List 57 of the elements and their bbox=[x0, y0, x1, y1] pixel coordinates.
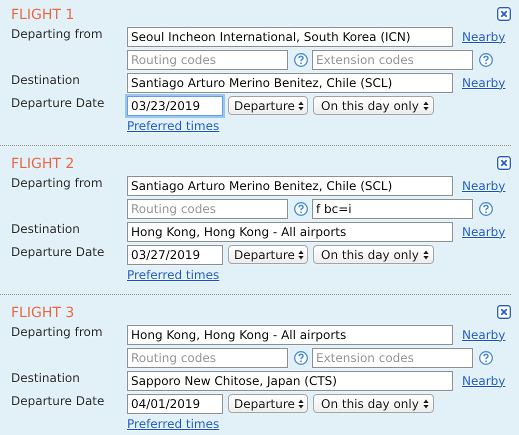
extension-codes-field[interactable]: Extension codes bbox=[312, 50, 473, 70]
help-icon[interactable] bbox=[294, 52, 308, 66]
date-range-select[interactable]: On this day only bbox=[313, 96, 434, 115]
date-range-select[interactable]: On this day only bbox=[313, 245, 434, 264]
up-down-arrow-icon bbox=[298, 250, 304, 260]
date-field[interactable]: 04/01/2019 bbox=[127, 394, 223, 414]
time-type-select[interactable]: Departure bbox=[228, 245, 308, 264]
help-icon[interactable] bbox=[479, 202, 493, 216]
close-icon[interactable] bbox=[497, 156, 511, 170]
nearby-link[interactable]: Nearby bbox=[462, 328, 506, 342]
time-type-select[interactable]: Departure bbox=[228, 394, 308, 413]
nearby-link[interactable]: Nearby bbox=[462, 374, 506, 388]
departure-airport-field[interactable]: Santiago Arturo Merino Benitez, Chile (SCL) bbox=[127, 176, 453, 196]
flight-title: FLIGHT 2 bbox=[11, 156, 74, 172]
nearby-link[interactable]: Nearby bbox=[462, 224, 506, 238]
field-label: Departing from bbox=[11, 26, 104, 42]
help-icon[interactable] bbox=[479, 52, 493, 66]
nearby-link[interactable]: Nearby bbox=[462, 30, 506, 44]
up-down-arrow-icon bbox=[298, 398, 304, 408]
preferred-times-link[interactable]: Preferred times bbox=[127, 119, 220, 133]
up-down-arrow-icon bbox=[423, 100, 429, 110]
date-field[interactable]: 03/27/2019 bbox=[127, 244, 223, 264]
date-field[interactable]: 03/23/2019 bbox=[127, 96, 223, 116]
help-icon[interactable] bbox=[294, 202, 308, 216]
date-range-select[interactable]: On this day only bbox=[313, 394, 434, 413]
extension-codes-field[interactable]: Extension codes bbox=[312, 348, 473, 368]
field-label: Departure Date bbox=[11, 95, 106, 111]
field-label: Destination bbox=[11, 72, 81, 88]
up-down-arrow-icon bbox=[423, 250, 429, 260]
help-icon[interactable] bbox=[479, 350, 493, 364]
flight-title: FLIGHT 1 bbox=[11, 7, 74, 23]
routing-codes-field[interactable]: Routing codes bbox=[127, 50, 288, 70]
routing-codes-field[interactable]: Routing codes bbox=[127, 348, 288, 368]
preferred-times-link[interactable]: Preferred times bbox=[127, 268, 220, 282]
destination-airport-field[interactable]: Hong Kong, Hong Kong - All airports bbox=[127, 222, 453, 242]
destination-airport-field[interactable]: Sapporo New Chitose, Japan (CTS) bbox=[127, 370, 453, 390]
up-down-arrow-icon bbox=[423, 398, 429, 408]
close-icon[interactable] bbox=[497, 7, 511, 21]
close-icon[interactable] bbox=[497, 305, 511, 319]
help-icon[interactable] bbox=[294, 350, 308, 364]
field-label: Destination bbox=[11, 221, 81, 237]
time-type-select[interactable]: Departure bbox=[228, 96, 308, 115]
up-down-arrow-icon bbox=[298, 100, 304, 110]
field-label: Departure Date bbox=[11, 393, 106, 409]
field-label: Departure Date bbox=[11, 244, 106, 260]
field-label: Departing from bbox=[11, 175, 104, 191]
preferred-times-link[interactable]: Preferred times bbox=[127, 417, 220, 431]
nearby-link[interactable]: Nearby bbox=[462, 76, 506, 90]
nearby-link[interactable]: Nearby bbox=[462, 178, 506, 192]
flight-title: FLIGHT 3 bbox=[11, 305, 74, 321]
field-label: Destination bbox=[11, 370, 81, 386]
routing-codes-field[interactable]: Routing codes bbox=[127, 198, 288, 218]
field-label: Departing from bbox=[11, 324, 104, 340]
destination-airport-field[interactable]: Santiago Arturo Merino Benitez, Chile (SCL) bbox=[127, 72, 453, 92]
extension-codes-field[interactable]: f bc=i bbox=[312, 198, 473, 218]
departure-airport-field[interactable]: Hong Kong, Hong Kong - All airports bbox=[127, 324, 453, 344]
departure-airport-field[interactable]: Seoul Incheon International, South Korea (ICN) bbox=[127, 26, 453, 46]
